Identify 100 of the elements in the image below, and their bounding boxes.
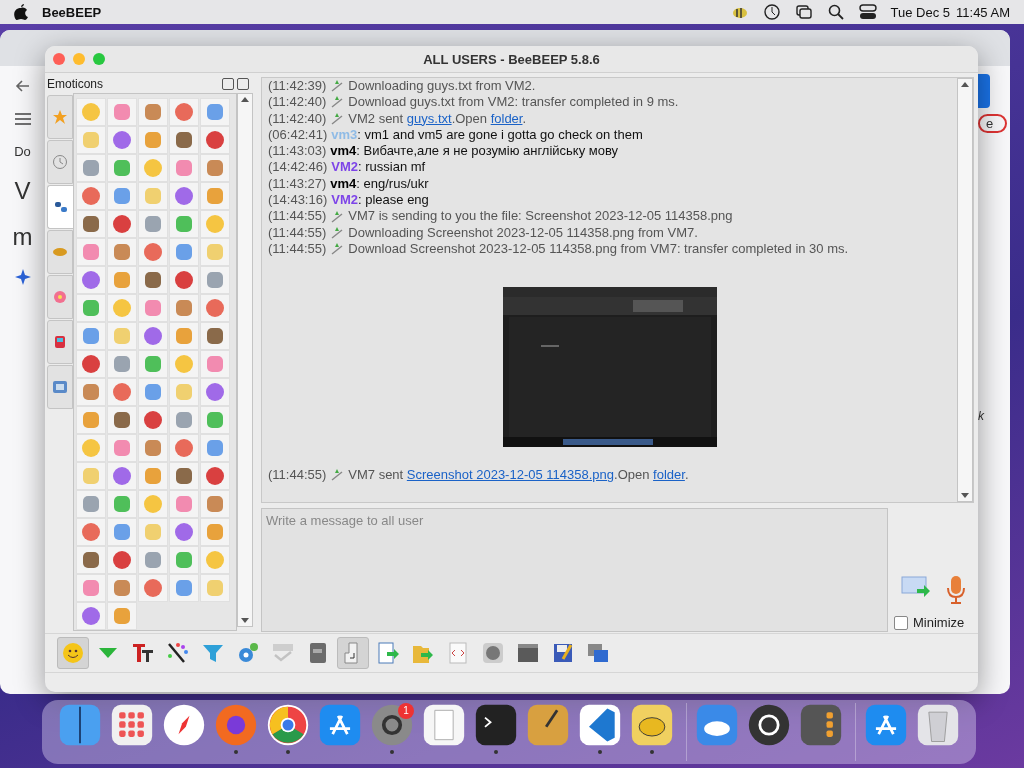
emoticon-button[interactable] [138,238,168,266]
trash-icon[interactable] [916,703,960,747]
emoticon-button[interactable] [76,602,106,630]
emoticon-button[interactable] [107,546,137,574]
scrollbar[interactable] [957,78,973,502]
emoticon-button[interactable] [138,210,168,238]
emoticon-button[interactable] [200,490,230,518]
emoticon-button[interactable] [76,210,106,238]
emoticon-button[interactable] [169,266,199,294]
emoticon-button[interactable] [107,378,137,406]
emoticon-button[interactable] [169,490,199,518]
minimize-button[interactable] [73,53,85,65]
emoticon-button[interactable] [138,266,168,294]
clock-icon[interactable] [762,3,781,21]
emoticon-button[interactable] [107,574,137,602]
category-tab[interactable] [47,275,73,319]
file-link[interactable]: folder [653,467,685,483]
emoticon-button[interactable] [138,378,168,406]
emoticon-button[interactable] [107,266,137,294]
emoticon-button[interactable] [200,322,230,350]
category-tab[interactable] [47,140,73,184]
menu-icon[interactable] [13,112,32,126]
emoticon-button[interactable] [138,126,168,154]
emoticon-button[interactable] [200,294,230,322]
emoticon-button[interactable] [200,434,230,462]
emoticon-button[interactable] [76,546,106,574]
emoticon-button[interactable] [107,350,137,378]
emoticon-button[interactable] [169,182,199,210]
emoticon-button[interactable] [76,518,106,546]
emoticon-button[interactable] [169,518,199,546]
emoticon-button[interactable] [169,210,199,238]
float-button[interactable] [222,78,234,90]
emoticon-button[interactable] [138,462,168,490]
emoticon-button[interactable] [107,182,137,210]
emoticon-button[interactable] [76,322,106,350]
emoticon-button[interactable] [76,378,106,406]
emoticon-button[interactable] [138,434,168,462]
windows-icon[interactable] [794,3,813,21]
emoticon-button[interactable] [76,154,106,182]
file-link[interactable]: Screenshot 2023-12-05 114358.png [406,467,615,483]
emoticon-button[interactable] [76,238,106,266]
emoticon-button[interactable] [76,490,106,518]
emoticon-button[interactable] [200,350,230,378]
menu-time[interactable]: 11:45 AM [956,4,1010,20]
checkbox[interactable] [894,615,908,630]
emoticon-button[interactable] [200,126,230,154]
page-button[interactable] [978,74,990,108]
emoticon-button[interactable] [107,126,137,154]
app-name[interactable]: BeeBEEP [42,4,102,20]
emoticon-button[interactable] [200,518,230,546]
category-tab[interactable] [47,365,73,409]
emoticon-button[interactable] [107,462,137,490]
message-input[interactable]: Write a message to all user [261,508,888,632]
emoticon-button[interactable] [169,126,199,154]
emoticon-button[interactable] [107,434,137,462]
emoticon-button[interactable] [200,462,230,490]
search-icon[interactable] [826,3,845,21]
emoticon-button[interactable] [169,574,199,602]
send-icon[interactable] [901,575,931,599]
emoticon-button[interactable] [169,322,199,350]
emoticon-button[interactable] [76,350,106,378]
emoticon-button[interactable] [169,434,199,462]
emoticon-button[interactable] [76,182,106,210]
scrollbar[interactable] [237,93,253,627]
emoticon-button[interactable] [200,378,230,406]
emoticon-button[interactable] [138,294,168,322]
back-icon[interactable] [14,78,31,94]
emoticon-button[interactable] [138,350,168,378]
microphone-icon[interactable] [945,575,967,605]
emoticon-button[interactable] [107,238,137,266]
emoticon-button[interactable] [107,490,137,518]
emoticon-button[interactable] [138,406,168,434]
emoticon-button[interactable] [169,154,199,182]
emoticon-button[interactable] [76,266,106,294]
menu-date[interactable]: Tue Dec 5 [890,4,951,20]
emoticon-button[interactable] [107,210,137,238]
emoticon-button[interactable] [200,154,230,182]
emoticon-button[interactable] [107,98,137,126]
emoticon-button[interactable] [169,546,199,574]
emoticon-button[interactable] [107,602,137,630]
emoticon-button[interactable] [76,574,106,602]
emoticon-button[interactable] [169,98,199,126]
emoticon-button[interactable] [107,154,137,182]
emoticon-button[interactable] [107,518,137,546]
emoticon-button[interactable] [169,462,199,490]
close-button[interactable] [237,78,249,90]
emoticon-button[interactable] [138,546,168,574]
category-tab[interactable] [47,320,73,364]
emoticon-button[interactable] [169,294,199,322]
emoticon-button[interactable] [138,98,168,126]
emoticon-button[interactable] [200,406,230,434]
emoticon-button[interactable] [200,98,230,126]
emoticon-button[interactable] [76,294,106,322]
emoticon-button[interactable] [169,238,199,266]
emoticon-button[interactable] [138,574,168,602]
emoticon-button[interactable] [107,406,137,434]
emoticon-button[interactable] [138,322,168,350]
emoticon-button[interactable] [200,182,230,210]
apple-icon[interactable] [14,4,28,20]
emoticon-button[interactable] [76,406,106,434]
